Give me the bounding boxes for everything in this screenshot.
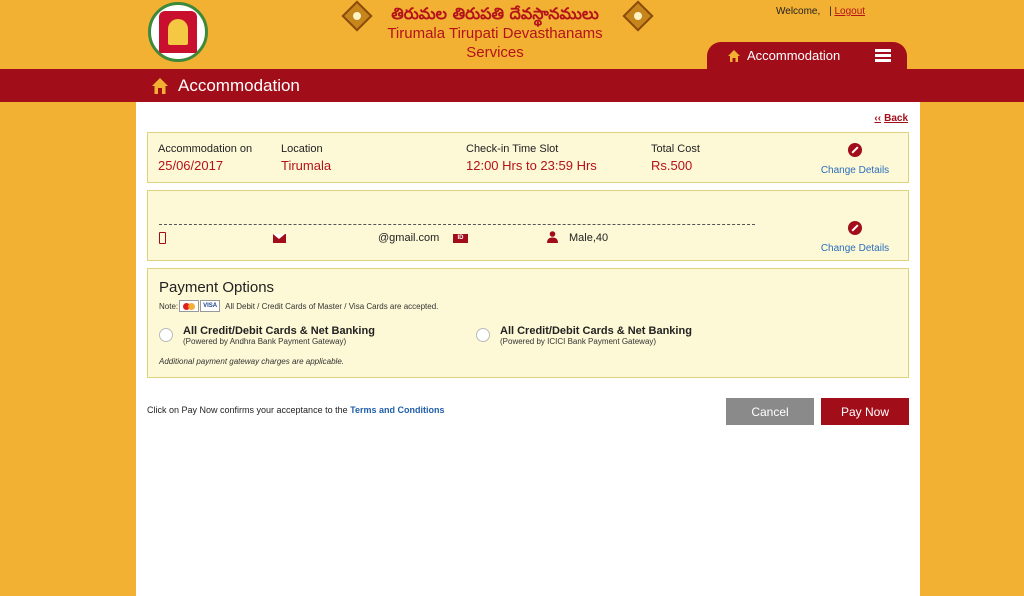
mastercard-icon: [179, 300, 200, 312]
option1-subtitle: (Powered by Andhra Bank Payment Gateway): [183, 337, 347, 346]
date-value: 25/06/2017: [158, 158, 224, 173]
location-label: Location: [281, 143, 323, 155]
cost-label: Total Cost: [651, 143, 700, 155]
option1-title: All Credit/Debit Cards & Net Banking: [183, 325, 375, 337]
mail-icon: [273, 234, 286, 243]
telugu-title: తిరుమల తిరుపతి దేవస్థానములు: [391, 4, 599, 23]
site-title: తిరుమల తిరుపతి దేవస్థానములు Tirumala Tir…: [340, 4, 650, 62]
hamburger-menu-icon[interactable]: [875, 49, 891, 62]
logout-link[interactable]: Logout: [834, 6, 865, 17]
edit-icon: [848, 221, 862, 235]
accommodation-tab-label: Accommodation: [747, 48, 841, 63]
page-title-bar: Accommodation: [0, 69, 1024, 102]
payment-note: Note: VISA All Debit / Credit Cards of M…: [159, 300, 438, 312]
english-title-line2: Services: [466, 44, 524, 61]
radio-andhra[interactable]: [159, 328, 173, 342]
pay-now-button[interactable]: Pay Now: [821, 398, 909, 425]
booking-summary: Accommodation on 25/06/2017 Location Tir…: [147, 132, 909, 183]
note-text: All Debit / Credit Cards of Master / Vis…: [225, 301, 439, 311]
payment-options-title: Payment Options: [159, 279, 275, 296]
cost-value: Rs.500: [651, 158, 693, 173]
option2-subtitle: (Powered by ICICI Bank Payment Gateway): [500, 337, 657, 346]
person-icon: [547, 231, 558, 243]
home-icon: [152, 77, 168, 94]
visa-icon: VISA: [200, 300, 221, 312]
option2-title: All Credit/Debit Cards & Net Banking: [500, 325, 692, 337]
mobile-icon: [159, 232, 166, 244]
change-details-button[interactable]: Change Details: [820, 143, 890, 178]
edit-icon: [848, 143, 862, 157]
payment-option-andhra[interactable]: All Credit/Debit Cards & Net Banking (Po…: [159, 325, 375, 346]
page-title: Accommodation: [178, 75, 300, 95]
change-details-label: Change Details: [820, 165, 890, 176]
radio-icici[interactable]: [476, 328, 490, 342]
english-title-line1: Tirumala Tirupati Devasthanams: [387, 25, 603, 42]
pilgrim-details: @gmail.com ID Male,40 Change Details: [147, 190, 909, 261]
gateway-charges-note: Additional payment gateway charges are a…: [159, 357, 345, 366]
ttd-logo[interactable]: [148, 2, 208, 62]
change-details-button[interactable]: Change Details: [820, 221, 890, 256]
chevron-left-icon: ‹‹: [874, 113, 882, 124]
welcome-area: Welcome, | Logout: [776, 6, 866, 17]
slot-value: 12:00 Hrs to 23:59 Hrs: [466, 158, 597, 173]
accommodation-tab[interactable]: Accommodation: [707, 42, 907, 69]
home-icon: [728, 49, 740, 62]
divider: [159, 224, 755, 225]
payment-option-icici[interactable]: All Credit/Debit Cards & Net Banking (Po…: [476, 325, 692, 346]
slot-field: Check-in Time Slot 12:00 Hrs to 23:59 Hr…: [466, 143, 597, 173]
change-details-label: Change Details: [820, 243, 890, 254]
location-field: Location Tirumala: [281, 143, 331, 173]
terms-notice: Click on Pay Now confirms your acceptanc…: [147, 405, 444, 415]
main-content: ‹‹ Back Accommodation on 25/06/2017 Locat…: [136, 102, 920, 596]
welcome-label: Welcome,: [776, 6, 821, 17]
cost-field: Total Cost Rs.500: [651, 143, 700, 173]
site-header: తిరుమల తిరుపతి దేవస్థానములు Tirumala Tir…: [0, 0, 1024, 69]
terms-link[interactable]: Terms and Conditions: [350, 405, 444, 415]
location-value: Tirumala: [281, 158, 332, 173]
gender-age-value: Male,40: [569, 232, 609, 244]
date-field: Accommodation on 25/06/2017: [158, 143, 252, 173]
back-link[interactable]: ‹‹ Back: [874, 113, 908, 124]
cancel-button[interactable]: Cancel: [726, 398, 814, 425]
payment-options: Payment Options Note: VISA All Debit / C…: [147, 268, 909, 378]
note-prefix: Note:: [159, 301, 179, 311]
id-card-icon: ID: [453, 234, 468, 243]
slot-label: Check-in Time Slot: [466, 143, 559, 155]
terms-prefix: Click on Pay Now confirms your acceptanc…: [147, 405, 348, 415]
date-label: Accommodation on: [158, 143, 253, 155]
email-value: @gmail.com: [378, 232, 440, 244]
